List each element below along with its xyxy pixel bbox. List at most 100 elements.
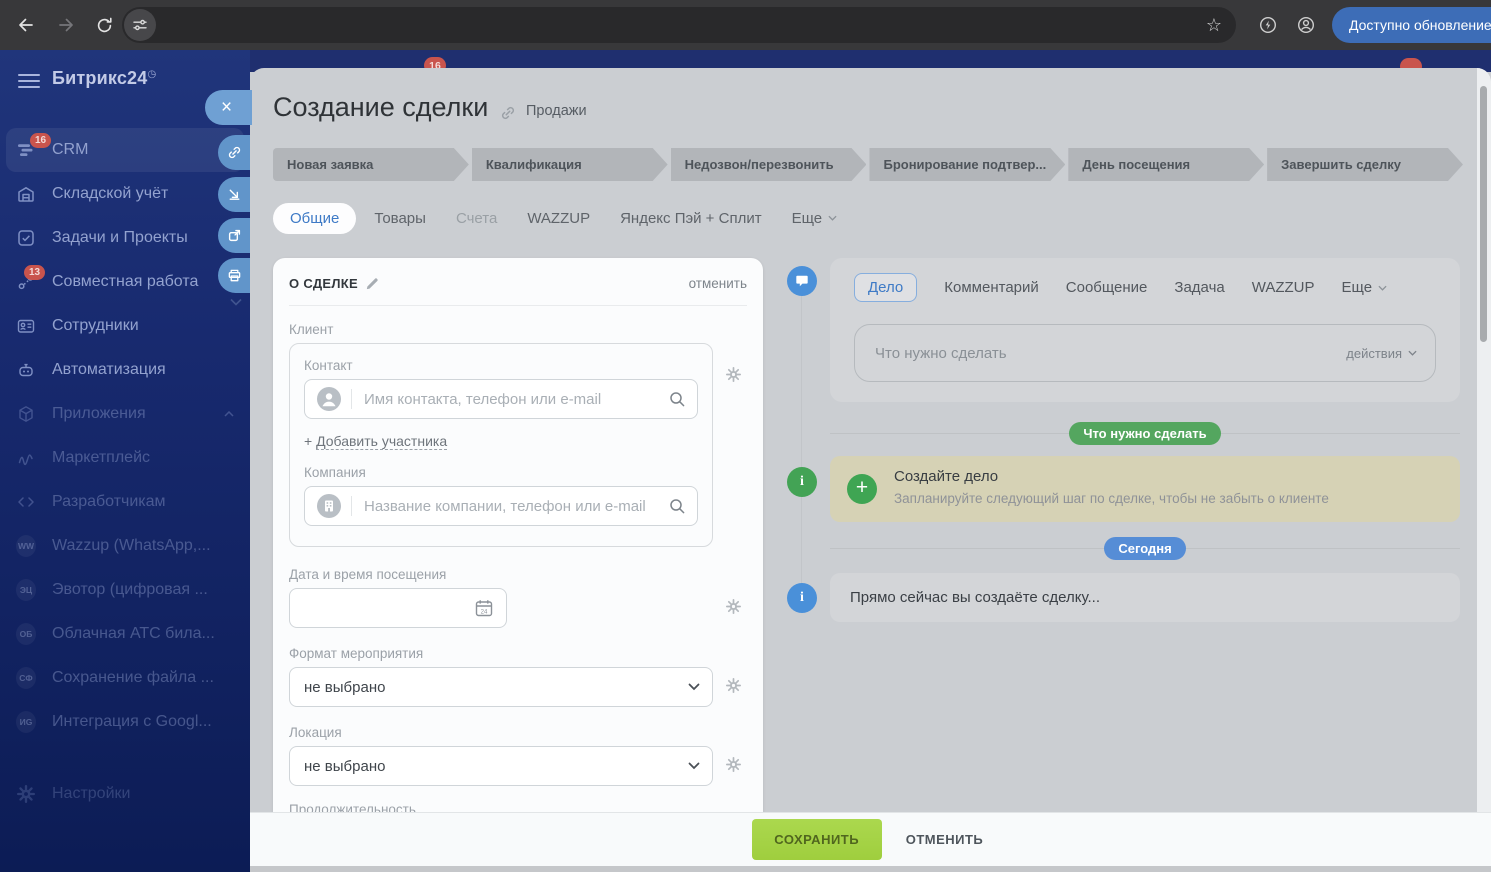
search-icon[interactable]: [669, 498, 685, 514]
timeline-connector: [801, 296, 802, 586]
location-label: Локация: [289, 725, 713, 740]
performance-button[interactable]: [1250, 7, 1286, 43]
browser-update-button[interactable]: Доступно обновление: [1332, 7, 1491, 43]
sidebar-item-wazzup[interactable]: WW Wazzup (WhatsApp,...: [0, 524, 250, 568]
sidebar-item-automation[interactable]: Автоматизация: [0, 348, 250, 392]
gear-icon[interactable]: [726, 367, 741, 382]
menu-hamburger-icon[interactable]: [18, 74, 40, 88]
chevron-up-icon: [224, 411, 234, 417]
sidebar-item-label: Облачная АТС била...: [52, 625, 215, 643]
add-participant-link[interactable]: + Добавить участника: [304, 433, 698, 449]
actions-dropdown[interactable]: действия: [1346, 346, 1417, 361]
stage-item[interactable]: Квалификация: [472, 148, 668, 181]
sidebar-item-label: Задачи и Проекты: [52, 229, 188, 247]
title-link-icon[interactable]: [500, 105, 516, 121]
composer-tab-task[interactable]: Задача: [1174, 279, 1224, 296]
sidebar-item-settings[interactable]: Настройки: [0, 772, 250, 816]
sidebar: Битрикс24◷ CRM 16 Складской учёт Задачи …: [0, 50, 250, 872]
profile-icon: [1296, 15, 1316, 35]
sidebar-item-employees[interactable]: Сотрудники: [0, 304, 250, 348]
sidebar-item-google-integration[interactable]: ИG Интеграция с Googl...: [0, 700, 250, 744]
visit-date-input[interactable]: [302, 600, 474, 617]
section-cancel-link[interactable]: отменить: [689, 276, 747, 291]
location-select[interactable]: не выбрано: [289, 746, 713, 786]
edit-pencil-icon[interactable]: [366, 277, 379, 290]
divider: [351, 389, 352, 409]
address-bar[interactable]: ☆: [122, 7, 1236, 43]
company-input[interactable]: [364, 498, 669, 515]
pipeline-name[interactable]: Продажи: [526, 103, 587, 119]
back-button[interactable]: [8, 7, 44, 43]
event-format-select[interactable]: не выбрано: [289, 667, 713, 707]
forward-button[interactable]: [48, 7, 84, 43]
tasks-icon: [16, 228, 36, 248]
composer-tab-comment[interactable]: Комментарий: [944, 279, 1038, 296]
sidebar-item-label: Эвотор (цифровая ...: [52, 581, 208, 599]
employees-icon: [16, 316, 36, 336]
sidebar-item-collaboration[interactable]: Совместная работа 13: [0, 260, 250, 304]
save-button[interactable]: СОХРАНИТЬ: [752, 819, 882, 860]
sidebar-item-label: Разработчикам: [52, 493, 166, 511]
cancel-button[interactable]: ОТМЕНИТЬ: [900, 822, 990, 857]
modal-scrollbar-track[interactable]: [1477, 68, 1491, 812]
create-activity-tip-card[interactable]: + Создайте дело Запланируйте следующий ш…: [830, 456, 1460, 522]
modal-download-button[interactable]: [218, 177, 250, 212]
cloud-ats-app-icon: ОБ: [16, 624, 36, 644]
brand-logo[interactable]: Битрикс24◷: [52, 68, 156, 89]
modal-close-button[interactable]: ×: [205, 90, 252, 125]
sidebar-item-file-save[interactable]: СФ Сохранение файла ...: [0, 656, 250, 700]
warehouse-icon: [16, 184, 36, 204]
reload-button[interactable]: [86, 7, 122, 43]
tab-invoices[interactable]: Счета: [444, 203, 509, 234]
tab-more[interactable]: Еще: [780, 203, 850, 234]
tab-products[interactable]: Товары: [362, 203, 438, 234]
search-icon[interactable]: [669, 391, 685, 407]
contact-field[interactable]: [304, 379, 698, 419]
composer-input-box[interactable]: действия: [854, 324, 1436, 382]
stage-item[interactable]: Новая заявка: [273, 148, 469, 181]
modal-copy-link-button[interactable]: [218, 135, 250, 170]
contact-input[interactable]: [364, 391, 669, 408]
modal-open-new-window-button[interactable]: [218, 218, 250, 253]
composer-tab-message[interactable]: Сообщение: [1066, 279, 1148, 296]
modal-scrollbar-thumb[interactable]: [1480, 86, 1487, 342]
modal-more-actions-chevron-icon[interactable]: [230, 298, 242, 306]
marketplace-icon: [16, 448, 36, 468]
site-settings-button[interactable]: [124, 9, 156, 41]
sidebar-item-developers[interactable]: Разработчикам: [0, 480, 250, 524]
modal-print-button[interactable]: [218, 258, 250, 293]
sidebar-item-marketplace[interactable]: Маркетплейс: [0, 436, 250, 480]
gear-icon[interactable]: [726, 599, 741, 614]
calendar-icon[interactable]: 24: [474, 598, 494, 618]
tab-general[interactable]: Общие: [273, 203, 356, 234]
sidebar-item-crm[interactable]: CRM 16: [6, 128, 244, 172]
sidebar-item-cloud-ats[interactable]: ОБ Облачная АТС била...: [0, 612, 250, 656]
apps-icon: [16, 404, 36, 424]
timeline-separator-todo: Что нужно сделать: [830, 422, 1460, 445]
stage-item[interactable]: Завершить сделку: [1267, 148, 1463, 181]
profile-button[interactable]: [1288, 7, 1324, 43]
composer-tab-more[interactable]: Еще: [1342, 279, 1388, 296]
sidebar-item-label: Маркетплейс: [52, 449, 150, 467]
tab-yandex-pay[interactable]: Яндекс Пэй + Сплит: [608, 203, 773, 234]
chevron-down-icon: [688, 762, 700, 770]
sidebar-item-evotor[interactable]: ЭЦ Эвотор (цифровая ...: [0, 568, 250, 612]
sidebar-item-tasks[interactable]: Задачи и Проекты: [0, 216, 250, 260]
gear-icon[interactable]: [726, 757, 741, 772]
download-icon: [227, 187, 242, 202]
company-field[interactable]: [304, 486, 698, 526]
tab-wazzup[interactable]: WAZZUP: [515, 203, 602, 234]
divider: [289, 305, 747, 306]
gear-icon[interactable]: [726, 678, 741, 693]
visit-date-field[interactable]: 24: [289, 588, 507, 628]
sidebar-item-warehouse[interactable]: Складской учёт: [0, 172, 250, 216]
stage-item[interactable]: Бронирование подтвер...: [869, 148, 1065, 181]
composer-tab-activity[interactable]: Дело: [854, 273, 917, 302]
stage-item[interactable]: Недозвон/перезвонить: [671, 148, 867, 181]
sidebar-item-apps[interactable]: Приложения: [0, 392, 250, 436]
todo-input[interactable]: [875, 345, 1346, 362]
bookmark-star-icon[interactable]: ☆: [1206, 15, 1222, 35]
composer-tab-wazzup[interactable]: WAZZUP: [1252, 279, 1315, 296]
plus-icon[interactable]: +: [847, 474, 877, 504]
stage-item[interactable]: День посещения: [1068, 148, 1264, 181]
